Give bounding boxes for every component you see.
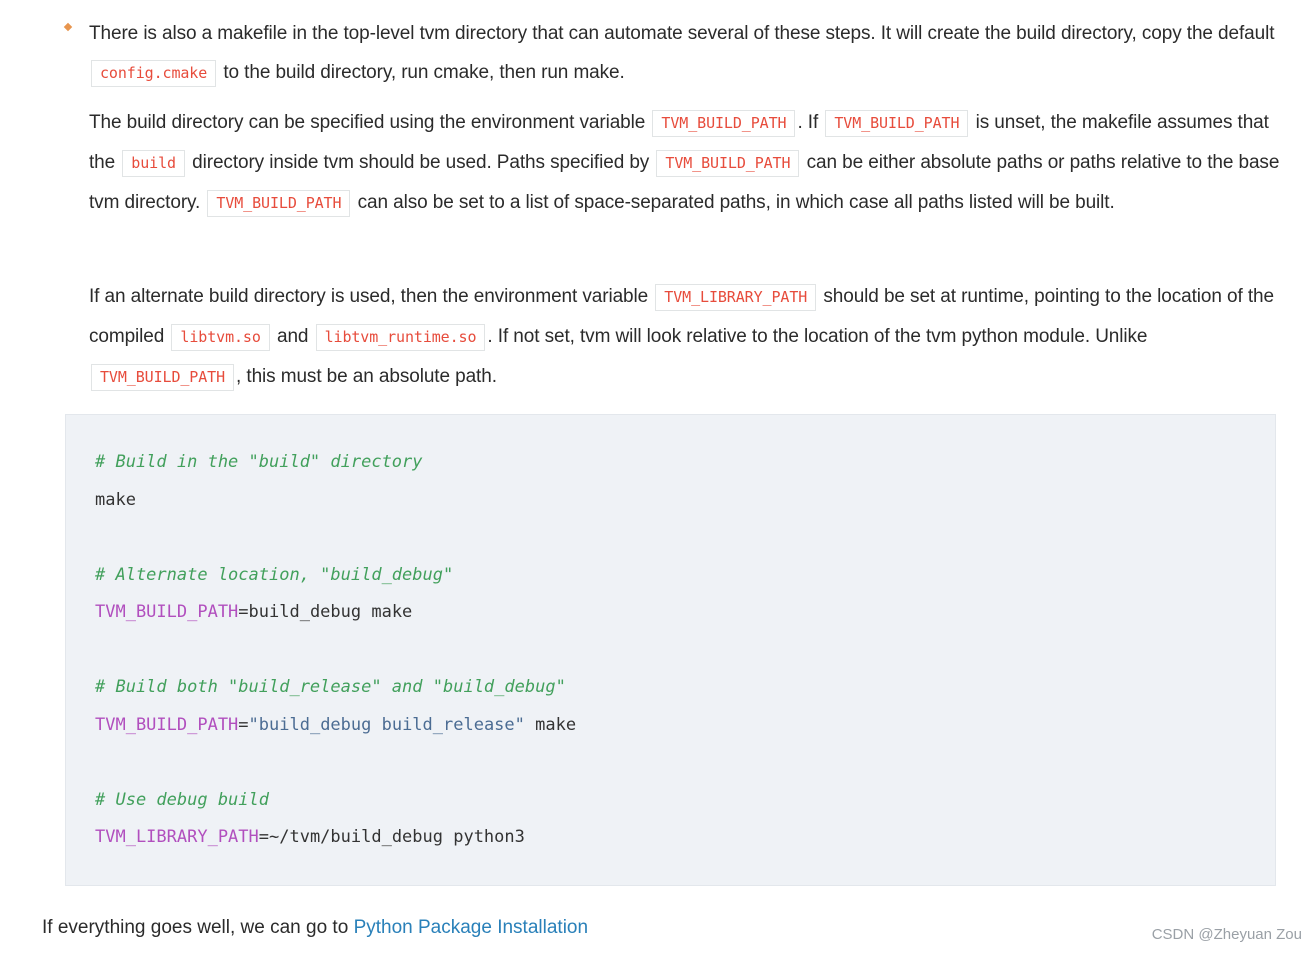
code-variable: TVM_BUILD_PATH: [95, 714, 239, 735]
inline-code-build: build: [122, 150, 185, 177]
python-package-installation-link[interactable]: Python Package Installation: [354, 917, 589, 938]
code-operator: =: [238, 714, 249, 735]
text-span: If an alternate build directory is used,…: [89, 286, 654, 307]
text-span: directory inside tvm should be used. Pat…: [186, 152, 655, 173]
paragraph-build-path: The build directory can be specified usi…: [89, 103, 1284, 223]
inline-code-config-cmake: config.cmake: [91, 60, 217, 87]
code-variable: TVM_LIBRARY_PATH: [95, 827, 259, 847]
inline-code-tvm-library-path: TVM_LIBRARY_PATH: [655, 284, 817, 311]
code-line: =~/tvm/build_debug python3: [258, 827, 525, 847]
text-span: There is also a makefile in the top-leve…: [89, 23, 1275, 44]
inline-code-tvm-build-path: TVM_BUILD_PATH: [656, 150, 800, 177]
text-span: . If: [797, 112, 824, 133]
code-line: make: [524, 714, 577, 735]
text-span: can also be set to a list of space-separ…: [352, 192, 1115, 213]
code-string: "build_debug build_release": [248, 714, 525, 735]
closing-paragraph: If everything goes well, we can go to Py…: [42, 910, 588, 946]
inline-code-tvm-build-path: TVM_BUILD_PATH: [652, 110, 796, 137]
paragraph-library-path: If an alternate build directory is used,…: [89, 277, 1284, 397]
text-span: The build directory can be specified usi…: [89, 112, 651, 133]
paragraph-makefile-intro: There is also a makefile in the top-leve…: [89, 14, 1284, 93]
inline-code-tvm-build-path: TVM_BUILD_PATH: [825, 110, 969, 137]
code-comment: # Build in the "build" directory: [95, 452, 423, 472]
code-line: make: [95, 489, 136, 510]
text-span: . If not set, tvm will look relative to …: [487, 326, 1148, 347]
text-span: and: [271, 326, 314, 347]
code-comment: # Alternate location, "build_debug": [95, 564, 454, 585]
text-span: to the build directory, run cmake, then …: [218, 62, 625, 83]
code-block[interactable]: # Build in the "build" directory make # …: [65, 414, 1276, 886]
watermark: CSDN @Zheyuan Zou: [1151, 926, 1302, 943]
inline-code-tvm-build-path: TVM_BUILD_PATH: [91, 364, 235, 391]
text-span: , this must be an absolute path.: [236, 366, 497, 387]
inline-code-tvm-build-path: TVM_BUILD_PATH: [207, 190, 351, 217]
text-span: If everything goes well, we can go to: [42, 917, 354, 938]
code-comment: # Build both "build_release" and "build_…: [95, 677, 566, 697]
inline-code-libtvm-runtime-so: libtvm_runtime.so: [315, 324, 486, 351]
inline-code-libtvm-so: libtvm.so: [171, 324, 270, 351]
bullet-diamond-icon: [63, 22, 73, 32]
code-content: # Build in the "build" directory make # …: [95, 444, 576, 857]
code-line: =build_debug make: [238, 602, 413, 622]
code-variable: TVM_BUILD_PATH: [95, 602, 239, 622]
code-comment: # Use debug build: [95, 789, 269, 810]
